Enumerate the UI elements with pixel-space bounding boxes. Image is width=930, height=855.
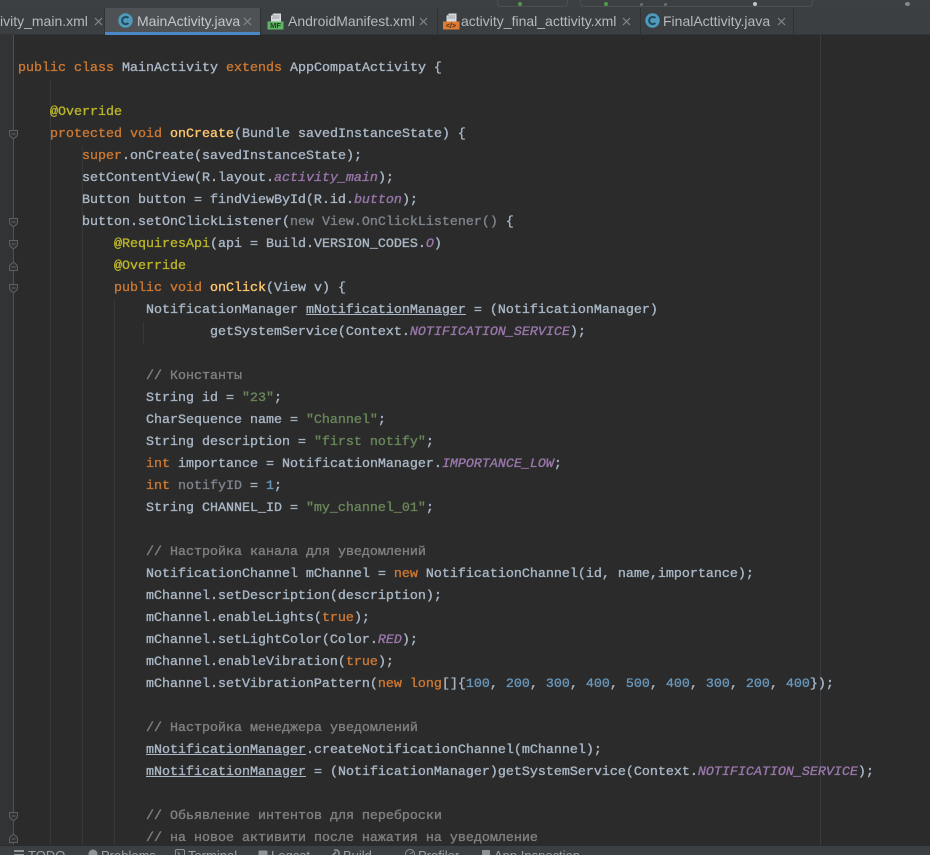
svg-text:</>: </> <box>446 23 456 30</box>
svg-text:MF: MF <box>270 21 281 30</box>
